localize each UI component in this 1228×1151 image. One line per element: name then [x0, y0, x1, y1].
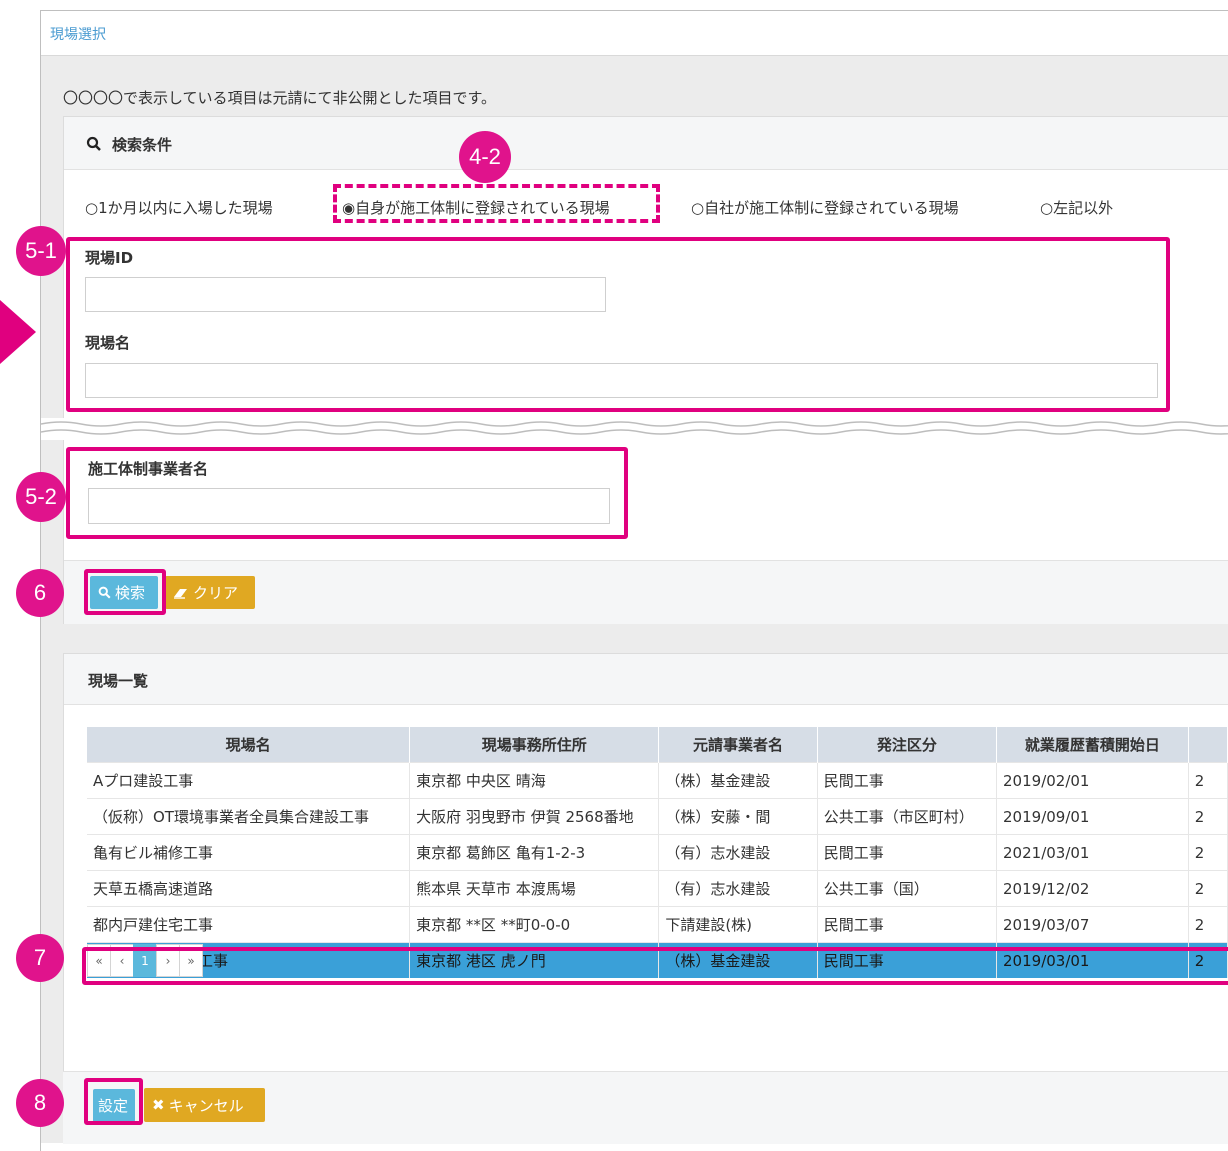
- annotation-box-8: [84, 1078, 143, 1125]
- cell: 東京都 葛飾区 亀有1-2-3: [409, 834, 660, 871]
- cell: 熊本県 天草市 本渡馬場: [409, 870, 660, 907]
- cell: 2: [1188, 870, 1228, 907]
- cell: 下請建設(株): [658, 906, 818, 943]
- search-icon: [86, 136, 101, 151]
- search-panel-header: 検索条件: [64, 117, 1228, 170]
- cell: 2019/12/02: [996, 870, 1189, 907]
- radio-other[interactable]: ○左記以外: [1040, 197, 1113, 218]
- site-list-header: 現場一覧: [64, 654, 1228, 705]
- annotation-badge-7: 7: [16, 934, 64, 982]
- cell: 大阪府 羽曳野市 伊賀 2568番地: [409, 798, 660, 835]
- cell: 天草五橋高速道路: [87, 870, 411, 907]
- cell: 2021/03/01: [996, 834, 1189, 871]
- annotation-box-5-2: [66, 447, 628, 539]
- table-row[interactable]: 天草五橋高速道路 熊本県 天草市 本渡馬場 （有）志水建設 公共工事（国） 20…: [87, 870, 1228, 907]
- dialog-title: 現場選択: [50, 27, 106, 43]
- column-header[interactable]: 就業履歴蓄積開始日: [996, 727, 1189, 763]
- cancel-button[interactable]: ✖ キャンセル: [144, 1088, 265, 1122]
- site-table: 現場名 現場事務所住所 元請事業者名 発注区分 就業履歴蓄積開始日 Aプロ建設工…: [87, 727, 1228, 978]
- column-header[interactable]: 現場事務所住所: [409, 727, 660, 763]
- cell: 都内戸建住宅工事: [87, 906, 411, 943]
- clear-button[interactable]: クリア: [165, 576, 255, 609]
- cell: 公共工事（国）: [817, 870, 998, 907]
- table-row[interactable]: （仮称）OT環境事業者全員集合建設工事 大阪府 羽曳野市 伊賀 2568番地 （…: [87, 798, 1228, 835]
- cell: 2019/03/07: [996, 906, 1189, 943]
- column-header[interactable]: 発注区分: [817, 727, 998, 763]
- cell: （有）志水建設: [658, 834, 818, 871]
- table-header-row: 現場名 現場事務所住所 元請事業者名 発注区分 就業履歴蓄積開始日: [87, 727, 1228, 763]
- cell: 2019/09/01: [996, 798, 1189, 835]
- column-header[interactable]: [1188, 727, 1228, 763]
- table-row[interactable]: 亀有ビル補修工事 東京都 葛飾区 亀有1-2-3 （有）志水建設 民間工事 20…: [87, 834, 1228, 871]
- annotation-badge-5-1: 5-1: [16, 226, 66, 276]
- eraser-icon: [174, 588, 187, 599]
- radio-label: 左記以外: [1053, 199, 1114, 217]
- dialog-titlebar: 現場選択: [41, 11, 1228, 56]
- table-row[interactable]: Aプロ建設工事 東京都 中央区 晴海 （株）基金建設 民間工事 2019/02/…: [87, 762, 1228, 799]
- annotation-box-4-2: [333, 184, 660, 223]
- cell: 民間工事: [817, 906, 998, 943]
- close-icon: ✖: [152, 1096, 165, 1114]
- radio-company-registered[interactable]: ○自社が施工体制に登録されている現場: [691, 197, 959, 218]
- annotation-box-7: [82, 947, 1228, 985]
- page-break-wave: [41, 418, 1228, 440]
- cell: 2: [1188, 906, 1228, 943]
- radio-label: 自社が施工体制に登録されている現場: [704, 199, 959, 217]
- annotation-box-6: [84, 569, 166, 615]
- annotation-badge-5-2: 5-2: [16, 472, 66, 522]
- cell: 2019/02/01: [996, 762, 1189, 799]
- cell: （有）志水建設: [658, 870, 818, 907]
- cell: 亀有ビル補修工事: [87, 834, 411, 871]
- cell: 2: [1188, 762, 1228, 799]
- cancel-button-label: キャンセル: [168, 1096, 244, 1115]
- cell: 民間工事: [817, 762, 998, 799]
- column-header[interactable]: 現場名: [87, 727, 411, 763]
- cell: 東京都 中央区 晴海: [409, 762, 660, 799]
- column-header[interactable]: 元請事業者名: [658, 727, 818, 763]
- search-panel-title: 検索条件: [112, 136, 173, 154]
- cell: 2: [1188, 798, 1228, 835]
- cell: 公共工事（市区町村）: [817, 798, 998, 835]
- annotation-box-5-1: [66, 237, 1170, 412]
- annotation-badge-4-2: 4-2: [459, 131, 511, 183]
- cell: 民間工事: [817, 834, 998, 871]
- cell: （株）安藤・間: [658, 798, 818, 835]
- cell: 東京都 **区 **町0-0-0: [409, 906, 660, 943]
- annotation-badge-6: 6: [16, 569, 64, 617]
- radio-within-month[interactable]: ○1か月以内に入場した現場: [85, 197, 273, 218]
- notice-text: 〇〇〇〇で表示している項目は元請にて非公開とした項目です。: [63, 89, 497, 107]
- clear-button-label: クリア: [193, 584, 239, 602]
- cell: Aプロ建設工事: [87, 762, 411, 799]
- arrow-pointer-icon: [0, 300, 36, 364]
- cell: （株）基金建設: [658, 762, 818, 799]
- radio-label: 1か月以内に入場した現場: [98, 199, 273, 217]
- cell: （仮称）OT環境事業者全員集合建設工事: [87, 798, 411, 835]
- site-list-title: 現場一覧: [88, 672, 149, 690]
- annotation-badge-8: 8: [16, 1079, 64, 1127]
- table-row[interactable]: 都内戸建住宅工事 東京都 **区 **町0-0-0 下請建設(株) 民間工事 2…: [87, 906, 1228, 943]
- cell: 2: [1188, 834, 1228, 871]
